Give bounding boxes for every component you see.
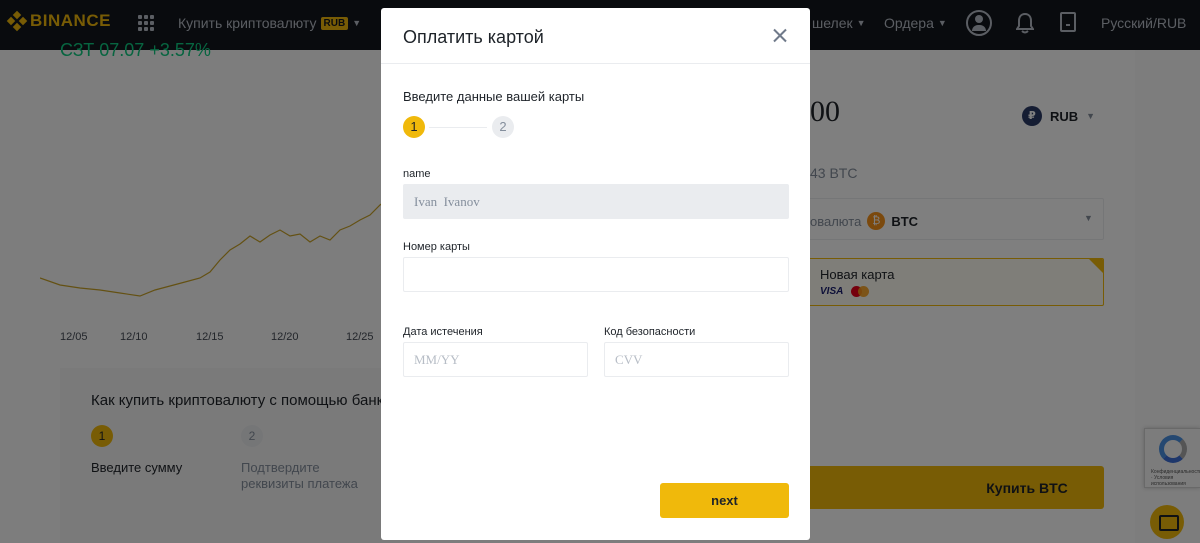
step-2-indicator: 2 [492, 116, 514, 138]
dialog-title: Оплатить картой [403, 27, 544, 47]
expiry-label: Дата истечения [403, 326, 483, 338]
name-label: name [403, 168, 431, 180]
expiry-field[interactable] [403, 342, 588, 377]
pay-by-card-dialog: Оплатить картой Введите данные вашей кар… [381, 8, 810, 540]
cvv-label: Код безопасности [604, 326, 696, 338]
card-details-subtitle: Введите данные вашей карты [403, 89, 585, 104]
card-number-label: Номер карты [403, 241, 470, 253]
close-icon[interactable] [769, 25, 791, 47]
next-button[interactable]: next [660, 483, 789, 518]
name-field[interactable] [403, 184, 789, 219]
dialog-header: Оплатить картой [381, 8, 810, 64]
cvv-field[interactable] [604, 342, 789, 377]
card-number-field[interactable] [403, 257, 789, 292]
stepper-connector [429, 127, 487, 128]
step-1-indicator: 1 [403, 116, 425, 138]
